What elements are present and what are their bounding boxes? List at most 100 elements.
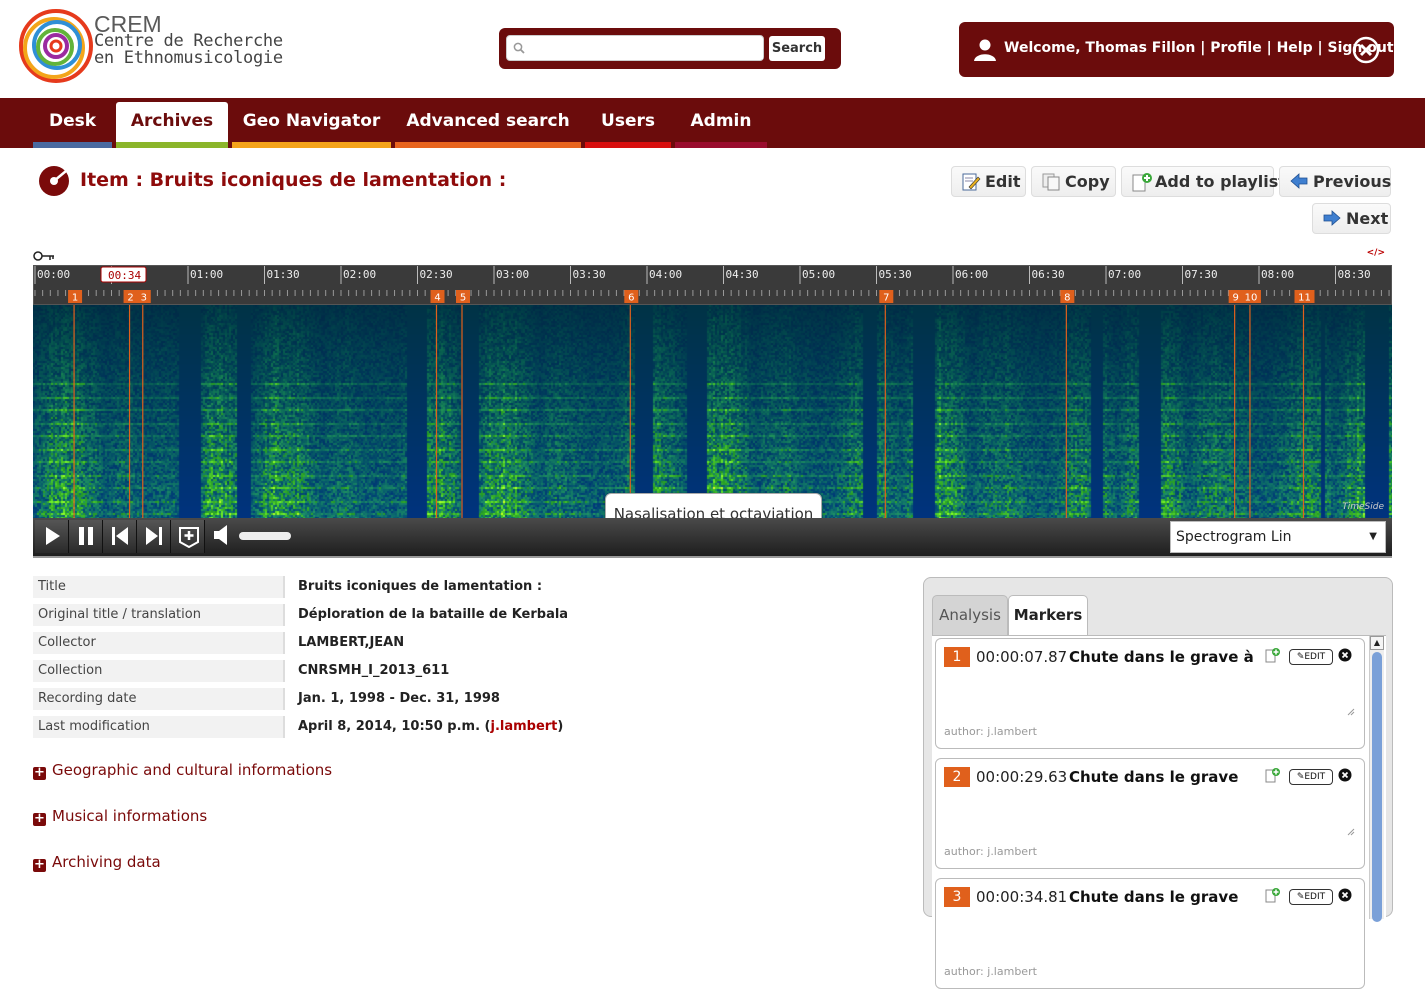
next-button-label: Next <box>1346 209 1389 228</box>
meta-row-original-title: Original title / translation Déploration… <box>33 604 593 626</box>
nav-tab-color-bar <box>675 142 767 148</box>
marker-author: author: j.lambert <box>944 845 1037 858</box>
marker-flag-label: 3 <box>141 293 147 304</box>
timeside-watermark: TimeSide <box>1342 502 1384 512</box>
scrollbar-thumb[interactable] <box>1372 652 1382 922</box>
nav-tab-archives[interactable]: Archives <box>116 102 228 148</box>
nav-tab-color-bar <box>116 142 228 148</box>
timeline-ruler[interactable]: 00:0000:3001:0001:3002:0002:3003:0003:30… <box>33 265 1392 305</box>
next-button[interactable]: Next <box>1312 203 1391 234</box>
tab-analysis[interactable]: Analysis <box>932 595 1008 635</box>
previous-button[interactable]: Previous <box>1279 166 1391 197</box>
marker-description-textarea[interactable] <box>944 795 1356 837</box>
delete-marker-icon[interactable] <box>1338 648 1352 662</box>
delete-marker-icon[interactable] <box>1338 768 1352 782</box>
meta-key: Last modification <box>33 716 285 738</box>
section-label: Musical informations <box>52 807 208 825</box>
crem-logo[interactable]: CREM Centre de Recherche en Ethnomusicol… <box>18 8 328 86</box>
marker-edit-label: EDIT <box>1304 652 1326 662</box>
signout-close-icon[interactable] <box>1352 36 1380 64</box>
record-disc-icon <box>39 166 69 196</box>
profile-link[interactable]: Profile <box>1210 40 1261 56</box>
marker-flag-label: 4 <box>434 293 440 304</box>
nav-tab-admin[interactable]: Admin <box>675 98 767 148</box>
nav-tab-color-bar <box>33 142 112 148</box>
tick-label: 03:00 <box>496 268 529 281</box>
markers-panel: Analysis Markers 1 00:00:07.87 Chute dan… <box>923 577 1393 989</box>
author-link[interactable]: j.lambert <box>490 719 557 734</box>
section-label: Geographic and cultural informations <box>52 761 333 779</box>
tick-label: 05:30 <box>879 268 912 281</box>
nav-tab-geo-navigator[interactable]: Geo Navigator <box>232 98 391 148</box>
nav-tab-advanced-search[interactable]: Advanced search <box>395 98 581 148</box>
tick-label: 00:00 <box>37 268 70 281</box>
marker-edit-button[interactable]: ✎EDIT <box>1289 649 1333 665</box>
meta-key: Collector <box>33 632 285 654</box>
tick-label: 08:00 <box>1261 268 1294 281</box>
add-to-playlist-icon[interactable] <box>1265 647 1281 663</box>
marker-time[interactable]: 00:00:29.63 <box>976 768 1067 786</box>
tick-label: 06:30 <box>1032 268 1065 281</box>
marker-edit-button[interactable]: ✎EDIT <box>1289 889 1333 905</box>
copy-button[interactable]: Copy <box>1031 166 1116 197</box>
section-geographic[interactable]: + Geographic and cultural informations <box>33 761 332 780</box>
nav-tab-desk[interactable]: Desk <box>33 98 112 148</box>
search-field-wrapper[interactable] <box>506 35 764 61</box>
scroll-up-icon[interactable]: ▲ <box>1370 636 1384 650</box>
marker-flag-label: 10 <box>1245 293 1258 304</box>
marker-number: 3 <box>944 887 970 907</box>
marker-flag-label: 6 <box>628 293 634 304</box>
search-input[interactable] <box>531 39 763 59</box>
meta-row-recording-date: Recording date Jan. 1, 1998 - Dec. 31, 1… <box>33 688 593 710</box>
spectrogram-view[interactable]: TimeSide Nasalisation et octaviation <box>33 305 1392 518</box>
section-archiving[interactable]: + Archiving data <box>33 853 161 872</box>
marker-time[interactable]: 00:00:34.81 <box>976 888 1067 906</box>
marker-description-textarea[interactable] <box>944 675 1356 717</box>
meta-key: Title <box>33 576 285 598</box>
skip-back-icon <box>112 527 128 545</box>
tick-label: 01:00 <box>190 268 223 281</box>
meta-row-collection: Collection CNRSMH_I_2013_611 <box>33 660 593 682</box>
user-box: Welcome, Thomas Fillon | Profile | Help … <box>959 22 1394 77</box>
embed-code-icon[interactable]: </> <box>1367 248 1385 258</box>
meta-value: April 8, 2014, 10:50 p.m. (j.lambert) <box>298 716 563 738</box>
key-icon[interactable] <box>33 250 55 262</box>
marker-time[interactable]: 00:00:07.87 <box>976 648 1067 666</box>
nav-tab-label: Desk <box>48 111 97 131</box>
markers-scrollbar[interactable]: ▲ <box>1369 636 1384 922</box>
search-button[interactable]: Search <box>769 36 825 61</box>
tick-label: 04:30 <box>726 268 759 281</box>
add-to-playlist-label: Add to playlist <box>1155 172 1286 191</box>
play-button[interactable] <box>35 520 69 553</box>
previous-marker-button[interactable] <box>103 520 137 553</box>
tick-label: 06:00 <box>955 268 988 281</box>
volume-icon[interactable] <box>213 524 233 546</box>
next-marker-button[interactable] <box>137 520 171 553</box>
collection-link[interactable]: CNRSMH_I_2013_611 <box>298 660 449 682</box>
meta-value: Jan. 1, 1998 - Dec. 31, 1998 <box>298 691 500 706</box>
arrow-left-icon <box>1290 173 1308 189</box>
add-marker-button[interactable] <box>171 520 205 553</box>
view-mode-select[interactable]: Spectrogram Lin ▼ <box>1170 521 1386 553</box>
help-link[interactable]: Help <box>1277 40 1313 56</box>
tick-label: 03:30 <box>573 268 606 281</box>
nav-tab-label: Advanced search <box>406 111 570 131</box>
marker-edit-button[interactable]: ✎EDIT <box>1289 769 1333 785</box>
add-to-playlist-icon[interactable] <box>1265 887 1281 903</box>
expand-plus-icon: + <box>33 857 46 872</box>
marker-title: Chute dans le grave à la fin <box>1069 648 1257 666</box>
main-nav: Desk Archives Geo Navigator Advanced sea… <box>0 98 1425 148</box>
pause-button[interactable] <box>69 520 103 553</box>
add-to-playlist-button[interactable]: Add to playlist <box>1121 166 1286 197</box>
timeline-ruler-svg: 00:0000:3001:0001:3002:0002:3003:0003:30… <box>34 266 1390 304</box>
tab-markers[interactable]: Markers <box>1008 595 1088 636</box>
edit-button[interactable]: Edit <box>951 166 1026 197</box>
skip-forward-icon <box>146 527 162 545</box>
add-to-playlist-icon[interactable] <box>1265 767 1281 783</box>
section-musical[interactable]: + Musical informations <box>33 807 207 826</box>
volume-slider[interactable] <box>239 532 291 540</box>
meta-value: Bruits iconiques de lamentation : <box>298 579 543 594</box>
nav-tab-label: Geo Navigator <box>242 111 381 131</box>
nav-tab-users[interactable]: Users <box>585 98 671 148</box>
page-title: Item : Bruits iconiques de lamentation : <box>80 169 506 191</box>
